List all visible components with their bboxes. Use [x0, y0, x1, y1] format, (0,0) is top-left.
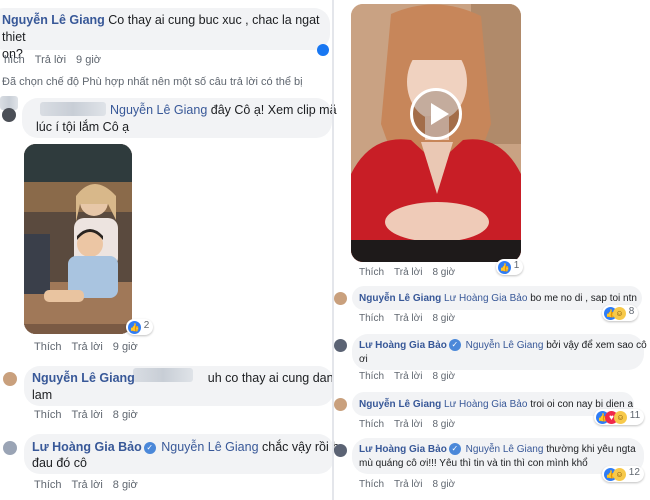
comment-author[interactable]: Nguyễn Lê Giang: [359, 399, 441, 410]
video-frame-image: [24, 144, 132, 334]
comment-text-line2: lam: [32, 388, 53, 402]
reaction-counter[interactable]: 👍 ♥ ☺ 11: [594, 409, 645, 425]
avatar[interactable]: [3, 441, 17, 455]
comment-actions: Thích Trả lời 8 giờ: [359, 371, 465, 382]
comment-text: Nguyễn Lê Giang uh co thay ai cung dan: [32, 371, 334, 385]
avatar[interactable]: [3, 372, 17, 386]
avatar: [2, 108, 16, 122]
reply-link[interactable]: Trả lời: [394, 371, 422, 382]
comment-author[interactable]: Lư Hoàng Gia Bảo: [359, 340, 447, 351]
haha-icon: ☺: [614, 411, 627, 424]
comment-actions: hích Trả lời 9 giờ: [4, 54, 111, 66]
comment-text: Nguyễn Lê Giang Lư Hoàng Gia Bảo troi oi…: [359, 399, 634, 410]
comment-actions: Thích Trả lời 8 giờ: [359, 267, 465, 278]
reaction-counter[interactable]: 👍☺ 8: [602, 305, 639, 321]
comment-text: Lư Hoàng Gia Bảo ✓ Nguyễn Lê Giang bởi vậ…: [359, 339, 647, 351]
comment-text-line2: mù quáng cô ơi!!! Yêu thì tin và tin thì…: [359, 458, 588, 469]
comment-actions: Thích Trả lời 8 giờ: [359, 419, 465, 430]
comment-actions: Thích Trả lời 9 giờ: [34, 341, 148, 353]
like-link[interactable]: Thích: [359, 479, 384, 490]
avatar[interactable]: [334, 444, 347, 457]
like-link[interactable]: hích: [4, 54, 25, 66]
play-button[interactable]: [410, 88, 462, 140]
like-link[interactable]: Thích: [359, 371, 384, 382]
timestamp: 8 giờ: [112, 479, 138, 491]
comment-author[interactable]: Nguyễn Lê Giang: [32, 371, 135, 385]
timestamp: 9 giờ: [112, 341, 138, 353]
mention-tag[interactable]: Nguyễn Lê Giang: [161, 440, 258, 454]
verified-badge-icon: ✓: [448, 443, 461, 455]
reply-link[interactable]: Trả lời: [72, 341, 103, 353]
comment-text: Nguyễn Lê Giang đây Cô ạ! Xem clip mặ: [110, 103, 337, 117]
comment-text: Lư Hoàng Gia Bảo ✓ Nguyễn Lê Giang chắc v…: [32, 440, 340, 454]
comment-author[interactable]: Nguyễn Lê Giang: [2, 13, 105, 27]
mention-tag[interactable]: Lư Hoàng Gia Bảo: [444, 399, 527, 410]
censor-blur: [40, 102, 106, 116]
comment-author[interactable]: Nguyễn Lê Giang: [359, 293, 441, 304]
left-panel: Nguyễn Lê Giang Co thay ai cung buc xuc …: [0, 0, 340, 500]
verified-badge-icon: ✓: [143, 442, 156, 454]
play-icon: [431, 103, 449, 125]
timestamp: 8 giờ: [432, 479, 456, 490]
like-link[interactable]: Thích: [34, 479, 62, 491]
timestamp: 8 giờ: [432, 419, 456, 430]
like-link[interactable]: Thích: [359, 313, 384, 324]
avatar[interactable]: [334, 292, 347, 305]
reaction-counter[interactable]: 👍☺ 12: [602, 466, 644, 482]
avatar[interactable]: [334, 398, 347, 411]
comment-actions: Thích Trả lời 8 giờ: [34, 409, 148, 421]
facebook-badge-icon: [317, 44, 329, 56]
reply-link[interactable]: Trả lời: [72, 409, 103, 421]
mention-tag[interactable]: Nguyễn Lê Giang: [466, 444, 544, 455]
comment-actions: Thích Trả lời 8 giờ: [359, 479, 465, 490]
timestamp: 8 giờ: [432, 371, 456, 382]
haha-icon: ☺: [613, 307, 626, 320]
comment-actions: Thích Trả lời 8 giờ: [359, 313, 465, 324]
mention-tag[interactable]: Nguyễn Lê Giang: [466, 340, 544, 351]
avatar[interactable]: [334, 339, 347, 352]
like-icon: 👍: [498, 261, 511, 274]
comment-text: Lư Hoàng Gia Bảo ✓ Nguyễn Lê Giang thường…: [359, 443, 636, 455]
comment-author[interactable]: Lư Hoàng Gia Bảo: [359, 444, 447, 455]
comment-author[interactable]: Lư Hoàng Gia Bảo: [32, 440, 142, 454]
like-icon: 👍: [128, 321, 141, 334]
like-link[interactable]: Thích: [34, 409, 62, 421]
reply-link[interactable]: Trả lời: [35, 54, 66, 66]
like-link[interactable]: Thích: [359, 267, 384, 278]
haha-icon: ☺: [613, 468, 626, 481]
reply-link[interactable]: Trả lời: [394, 479, 422, 490]
mention-tag[interactable]: Nguyễn Lê Giang: [110, 103, 207, 117]
reply-link[interactable]: Trả lời: [394, 267, 422, 278]
comment-actions: Thích Trả lời 8 giờ: [34, 479, 148, 491]
comment-text-line2: ơi: [359, 354, 368, 365]
right-panel: 👍 1 Thích Trả lời 8 giờ Nguyễn Lê Giang Lư…: [334, 0, 650, 500]
video-thumbnail[interactable]: [24, 144, 132, 334]
timestamp: 9 giờ: [76, 54, 101, 66]
video-player[interactable]: [351, 4, 521, 262]
reply-link[interactable]: Trả lời: [72, 479, 103, 491]
reply-link[interactable]: Trả lời: [394, 419, 422, 430]
timestamp: 8 giờ: [432, 267, 456, 278]
sort-notice: Đã chọn chế độ Phù hợp nhất nên một số c…: [2, 76, 303, 88]
mention-tag[interactable]: Lư Hoàng Gia Bảo: [444, 293, 527, 304]
comment-text-line2: đau đó cô: [32, 456, 87, 470]
reply-link[interactable]: Trả lời: [394, 313, 422, 324]
comment-text-line2: lúc í tội lắm Cô ạ: [36, 120, 130, 134]
reaction-counter[interactable]: 👍 1: [496, 259, 524, 275]
verified-badge-icon: ✓: [448, 339, 461, 351]
timestamp: 8 giờ: [432, 313, 456, 324]
comment-text: Nguyễn Lê Giang Lư Hoàng Gia Bảo bo me n…: [359, 293, 637, 304]
reaction-counter[interactable]: 👍 2: [126, 319, 154, 335]
like-link[interactable]: Thích: [34, 341, 62, 353]
like-link[interactable]: Thích: [359, 419, 384, 430]
timestamp: 8 giờ: [112, 409, 138, 421]
